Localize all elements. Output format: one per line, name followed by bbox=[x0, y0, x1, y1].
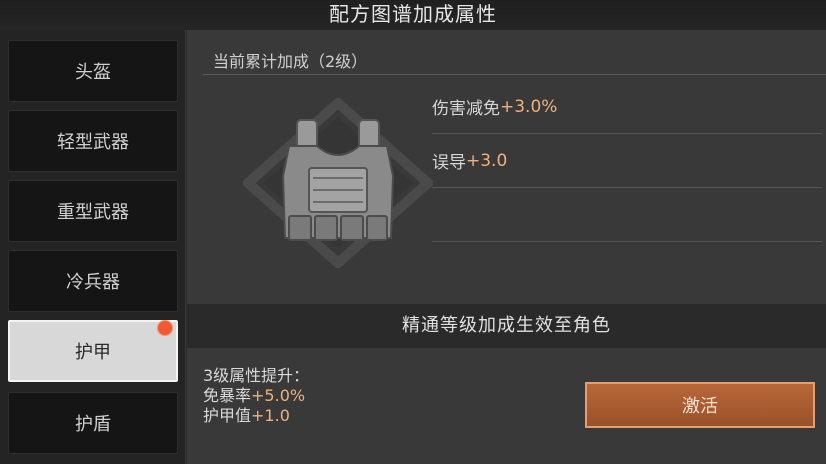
sidebar-item-label: 护甲 bbox=[75, 342, 111, 363]
sidebar-item-label: 轻型武器 bbox=[57, 132, 129, 153]
attribute-row: 伤害减免 +3.0% bbox=[432, 80, 822, 134]
next-level-item-value: +1.0 bbox=[251, 406, 290, 425]
sidebar-item-label: 冷兵器 bbox=[66, 272, 120, 293]
next-level-heading: 3级属性提升： bbox=[203, 366, 310, 385]
attribute-value: +3.0% bbox=[500, 96, 558, 117]
sidebar-item-label: 护盾 bbox=[75, 414, 111, 435]
sidebar-item-helmet[interactable]: 头盔 bbox=[8, 40, 178, 102]
sidebar-item-armor[interactable]: 护甲 bbox=[8, 320, 178, 382]
window-title: 配方图谱加成属性 bbox=[0, 0, 826, 30]
sidebar-item-label: 重型武器 bbox=[57, 202, 129, 223]
next-level-item-value: +5.0% bbox=[251, 386, 306, 405]
body-armor-vest-icon bbox=[240, 96, 436, 270]
mastery-banner: 精通等级加成生效至角色 bbox=[187, 304, 826, 348]
sidebar-item-label: 头盔 bbox=[75, 62, 111, 83]
attribute-row: 误导 +3.0 bbox=[432, 134, 822, 188]
sidebar-item-melee[interactable]: 冷兵器 bbox=[8, 250, 178, 312]
attribute-row-empty bbox=[432, 188, 822, 242]
next-level-item-name: 免暴率 bbox=[203, 386, 252, 405]
attribute-name: 误导 bbox=[432, 153, 466, 173]
next-level-bonus: 3级属性提升： 免暴率+5.0% 护甲值+1.0 bbox=[203, 366, 309, 426]
notification-dot-icon bbox=[157, 320, 173, 336]
attribute-name: 伤害减免 bbox=[432, 99, 500, 119]
sidebar-item-light-weapons[interactable]: 轻型武器 bbox=[8, 110, 178, 172]
divider bbox=[203, 74, 826, 75]
detail-panel: 当前累计加成（2级） 伤害减免 +3.0% 误导 +3.0 精通等级加成生效至角… bbox=[187, 30, 826, 464]
sidebar-item-heavy-weapons[interactable]: 重型武器 bbox=[8, 180, 178, 242]
section-title: 当前累计加成（2级） bbox=[213, 52, 368, 71]
category-sidebar: 头盔 轻型武器 重型武器 冷兵器 护甲 护盾 bbox=[0, 30, 186, 464]
next-level-item: 免暴率+5.0% bbox=[203, 386, 309, 406]
activate-button-label: 激活 bbox=[682, 396, 718, 417]
attribute-row-empty bbox=[432, 242, 822, 296]
attribute-value: +3.0 bbox=[466, 150, 508, 171]
next-level-item-name: 护甲值 bbox=[203, 406, 252, 425]
activate-button[interactable]: 激活 bbox=[585, 382, 815, 428]
sidebar-item-shield[interactable]: 护盾 bbox=[8, 392, 178, 454]
next-level-item: 护甲值+1.0 bbox=[203, 406, 309, 426]
